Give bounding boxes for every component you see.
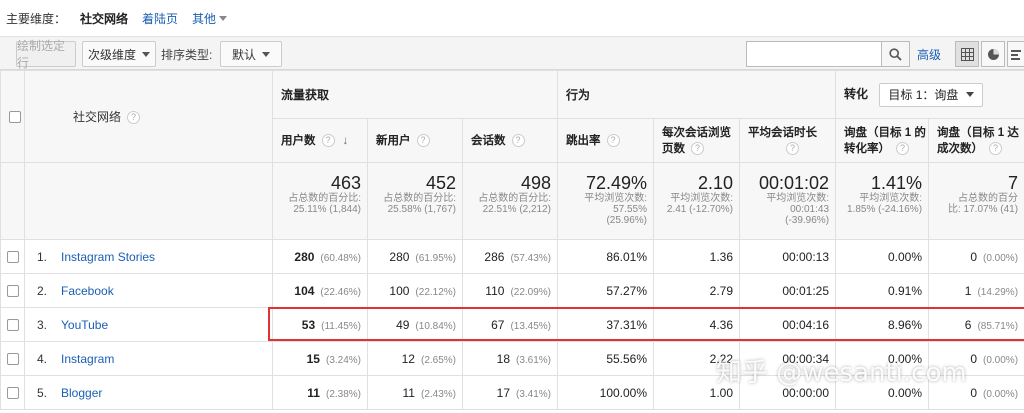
goal-select-dropdown[interactable]: 目标 1：询盘 (879, 82, 984, 107)
table-row: 5. Blogger 11 (2.38%) 11 (2.43%) 17 (3.41%) … (0, 375, 1024, 410)
help-icon[interactable]: ? (416, 133, 430, 147)
table-row: 4. Instagram 15 (3.24%) 12 (2.65%) 18 (3.61%… (0, 341, 1024, 376)
select-all-cell (0, 70, 25, 163)
pie-chart-icon (987, 48, 999, 60)
conversion-group-header: 转化 目标 1：询盘 (835, 70, 1024, 119)
help-icon[interactable]: ? (321, 133, 335, 147)
help-icon[interactable]: ? (691, 141, 705, 155)
help-icon[interactable]: ? (989, 141, 1003, 155)
chevron-down-icon (142, 51, 150, 57)
dimension-other-dropdown[interactable]: 其他 (192, 10, 228, 27)
bounce-rate-column-header[interactable]: 跳出率? (557, 118, 655, 163)
chevron-down-icon (219, 15, 228, 21)
help-icon[interactable]: ? (127, 111, 141, 125)
help-icon[interactable]: ? (511, 133, 525, 147)
row-checkbox[interactable] (6, 319, 19, 332)
pie-view-button[interactable] (981, 41, 1005, 67)
sort-default-label: 默认 (231, 47, 256, 62)
total-avg-session-duration: 00:01:02 平均浏览次数: 00:01:43 (-39.96%) (739, 162, 837, 240)
acquisition-group-header: 流量获取 (271, 70, 559, 119)
row-checkbox[interactable] (6, 285, 19, 298)
help-icon[interactable]: ? (786, 141, 800, 155)
primary-dimension-label: 主要维度： (6, 11, 67, 26)
plot-rows-button[interactable]: 绘制选定行 (16, 39, 76, 70)
table-row: 3. YouTube 53 (11.45%) 49 (10.84%) 67 (13.45… (0, 307, 1024, 342)
secondary-dimension-dropdown[interactable]: 次级维度 (82, 41, 156, 67)
new-users-column-header[interactable]: 新用户? (367, 118, 463, 163)
total-goal-completions: 7 占总数的百分 比: 17.07% (41) (928, 162, 1024, 240)
row-link-instagram[interactable]: Instagram (61, 352, 114, 366)
search-button[interactable] (882, 41, 910, 67)
help-icon[interactable]: ? (896, 141, 910, 155)
social-network-table: 社交网络? 流量获取 行为 转化 目标 1：询盘 用户数? ↓ 新用户? 会话数?… (0, 70, 1024, 410)
row-link-facebook[interactable]: Facebook (61, 284, 114, 298)
help-icon[interactable]: ? (606, 133, 620, 147)
chevron-down-icon (262, 51, 270, 57)
dimension-column-header[interactable]: 社交网络? (24, 70, 273, 163)
sort-type-dropdown[interactable]: 默认 (220, 41, 282, 67)
total-new-users: 452 占总数的百分比: 25.58% (1,767) (367, 162, 463, 240)
primary-dimension-bar: 主要维度： 社交网络 着陆页 其他 (0, 0, 1024, 36)
conversion-label: 转化 (844, 86, 869, 101)
table-row: 2. Facebook 104 (22.46%) 100 (22.12%) 110 (2… (0, 273, 1024, 308)
behavior-group-header: 行为 (557, 70, 837, 119)
dimension-social-network[interactable]: 社交网络 (80, 10, 128, 27)
chevron-down-icon (966, 92, 975, 97)
goal-completions-column-header[interactable]: 询盘（目标 1 达成次数）? (928, 118, 1024, 163)
row-checkbox[interactable] (6, 353, 19, 366)
row-link-instagram-stories[interactable]: Instagram Stories (61, 250, 155, 264)
row-link-youtube[interactable]: YouTube (61, 318, 108, 332)
total-bounce-rate: 72.49% 平均浏览次数: 57.55% (25.96%) (557, 162, 655, 240)
sessions-column-header[interactable]: 会话数? (461, 118, 559, 163)
total-goal-conversion-rate: 1.41% 平均浏览次数: 1.85% (-24.16%) (835, 162, 930, 240)
table-view-button[interactable] (955, 41, 979, 67)
totals-row: 463 占总数的百分比: 25.11% (1,844) 452 占总数的百分比: 25.… (0, 162, 1024, 240)
table-row: 1. Instagram Stories 280 (60.48%) 280 (61.9… (0, 239, 1024, 274)
bar-view-button[interactable] (1007, 41, 1024, 67)
sort-desc-icon[interactable]: ↓ (343, 133, 349, 149)
select-all-checkbox[interactable] (9, 111, 21, 124)
table-search-input[interactable] (746, 41, 882, 67)
sort-type-label: 排序类型: (161, 48, 213, 62)
goal-conversion-rate-column-header[interactable]: 询盘（目标 1 的转化率）? (835, 118, 930, 163)
bar-chart-icon (1011, 49, 1021, 60)
pages-per-session-column-header[interactable]: 每次会话浏览 页数? (653, 118, 741, 163)
table-toolbar: 绘制选定行 次级维度 排序类型: 默认 高级 (0, 36, 1024, 70)
row-link-blogger[interactable]: Blogger (61, 386, 102, 400)
row-checkbox[interactable] (6, 251, 19, 264)
goal-select-label: 目标 1：询盘 (888, 88, 959, 102)
search-icon (889, 47, 902, 61)
total-sessions: 498 占总数的百分比: 22.51% (2,212) (461, 162, 559, 240)
total-users: 463 占总数的百分比: 25.11% (1,844) (272, 162, 368, 240)
advanced-filter-link[interactable]: 高级 (917, 46, 941, 63)
secondary-dimension-label: 次级维度 (87, 47, 136, 62)
grid-icon (960, 47, 974, 61)
dimension-other-label: 其他 (192, 11, 217, 26)
dimension-landing-page-link[interactable]: 着陆页 (142, 10, 178, 27)
total-pages-per-session: 2.10 平均浏览次数: 2.41 (-12.70%) (653, 162, 741, 240)
row-checkbox[interactable] (6, 387, 19, 400)
avg-session-duration-column-header[interactable]: 平均会话时长? (739, 118, 837, 163)
users-column-header[interactable]: 用户数? ↓ (272, 118, 368, 163)
